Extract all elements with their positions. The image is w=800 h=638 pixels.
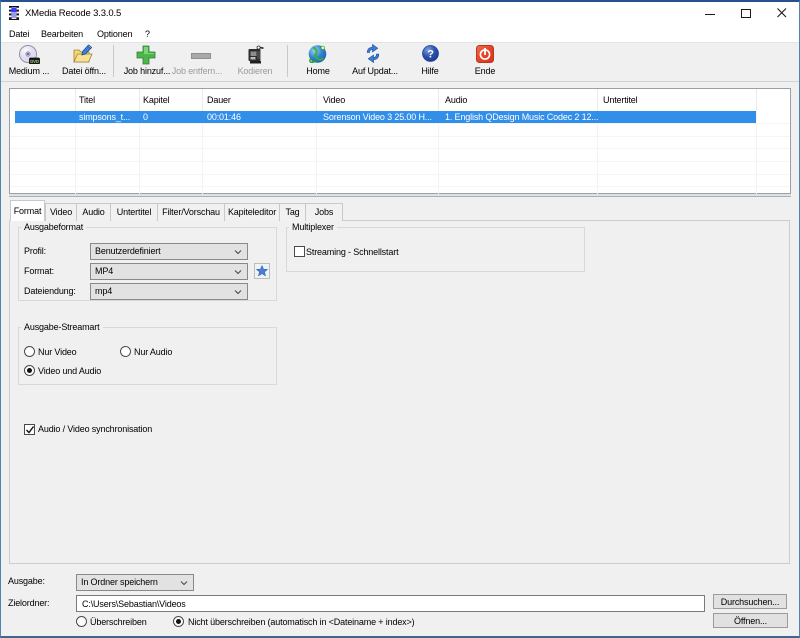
svg-text:?: ? [427,49,434,61]
svg-text:DVD: DVD [30,59,39,64]
